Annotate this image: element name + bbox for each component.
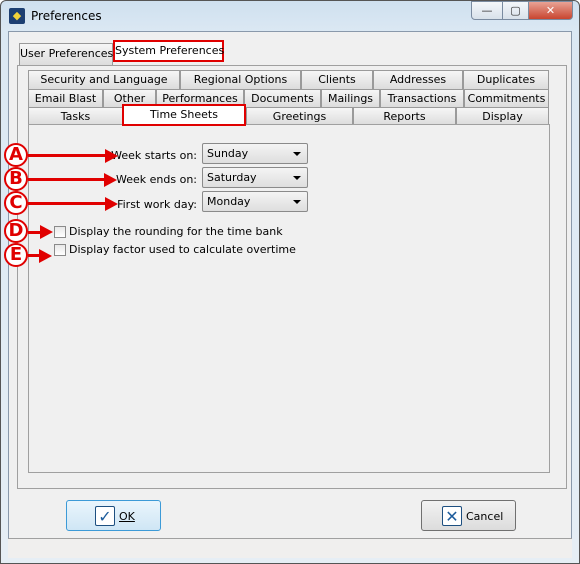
overtime-factor-label[interactable]: Display factor used to calculate overtim…	[69, 243, 296, 256]
first-work-day-label: First work day:	[117, 198, 197, 211]
tab-regional-options[interactable]: Regional Options	[180, 70, 301, 89]
ok-label: OK	[119, 510, 135, 523]
tab-user-preferences[interactable]: User Preferences	[19, 43, 113, 65]
annotation-marker-e: E	[4, 243, 28, 267]
tab-reports[interactable]: Reports	[353, 107, 456, 125]
week-ends-value: Saturday	[207, 171, 257, 184]
cancel-button[interactable]: ✕ Cancel	[421, 500, 516, 531]
tab-commitments[interactable]: Commitments	[464, 89, 549, 107]
cancel-label: Cancel	[466, 510, 504, 523]
tab-addresses[interactable]: Addresses	[373, 70, 463, 89]
arrow-head-icon	[105, 197, 118, 211]
chevron-down-icon	[293, 200, 301, 204]
tab-tasks[interactable]: Tasks	[28, 107, 123, 125]
tab-duplicates[interactable]: Duplicates	[463, 70, 549, 89]
preferences-window: ◆ Preferences — ▢ ✕ User Preferences Sys…	[0, 0, 580, 564]
tab-display[interactable]: Display	[456, 107, 549, 125]
tab-transactions[interactable]: Transactions	[380, 89, 464, 107]
week-starts-dropdown[interactable]: Sunday	[202, 143, 308, 164]
annotation-marker-d: D	[4, 219, 28, 243]
tab-system-preferences[interactable]: System Preferences	[113, 40, 224, 62]
arrow-head-icon	[104, 173, 117, 187]
tab-documents[interactable]: Documents	[244, 89, 321, 107]
arrow-head-icon	[105, 149, 118, 163]
tab-email-blast[interactable]: Email Blast	[28, 89, 103, 107]
maximize-button[interactable]: ▢	[502, 1, 529, 20]
minimize-button[interactable]: —	[471, 1, 503, 20]
week-ends-label: Week ends on:	[116, 173, 197, 186]
week-starts-label: Week starts on:	[111, 149, 197, 162]
chevron-down-icon	[293, 152, 301, 156]
overtime-factor-checkbox[interactable]	[54, 244, 66, 256]
title-bar[interactable]: ◆ Preferences — ▢ ✕	[1, 1, 579, 31]
annotation-arrow-a	[28, 154, 106, 157]
window-title: Preferences	[31, 9, 102, 23]
ok-button[interactable]: ✓ OK	[66, 500, 161, 531]
checkmark-icon: ✓	[95, 506, 115, 526]
tab-mailings[interactable]: Mailings	[321, 89, 380, 107]
arrow-head-icon	[40, 225, 53, 239]
arrow-head-icon	[39, 249, 52, 263]
chevron-down-icon	[293, 176, 301, 180]
annotation-marker-a: A	[4, 143, 28, 167]
tab-security-and-language[interactable]: Security and Language	[28, 70, 180, 89]
week-starts-value: Sunday	[207, 147, 249, 160]
annotation-marker-b: B	[4, 167, 28, 191]
status-bar	[8, 538, 572, 558]
tab-clients[interactable]: Clients	[301, 70, 373, 89]
tab-time-sheets[interactable]: Time Sheets	[122, 104, 246, 126]
first-work-day-value: Monday	[207, 195, 251, 208]
app-logo-icon: ◆	[9, 8, 25, 24]
first-work-day-dropdown[interactable]: Monday	[202, 191, 308, 212]
week-ends-dropdown[interactable]: Saturday	[202, 167, 308, 188]
x-icon: ✕	[442, 506, 462, 526]
tab-greetings[interactable]: Greetings	[246, 107, 353, 125]
annotation-arrow-b	[28, 178, 105, 181]
rounding-label[interactable]: Display the rounding for the time bank	[69, 225, 283, 238]
annotation-marker-c: C	[4, 191, 28, 215]
annotation-arrow-c	[28, 202, 106, 205]
close-button[interactable]: ✕	[528, 1, 573, 20]
rounding-checkbox[interactable]	[54, 226, 66, 238]
